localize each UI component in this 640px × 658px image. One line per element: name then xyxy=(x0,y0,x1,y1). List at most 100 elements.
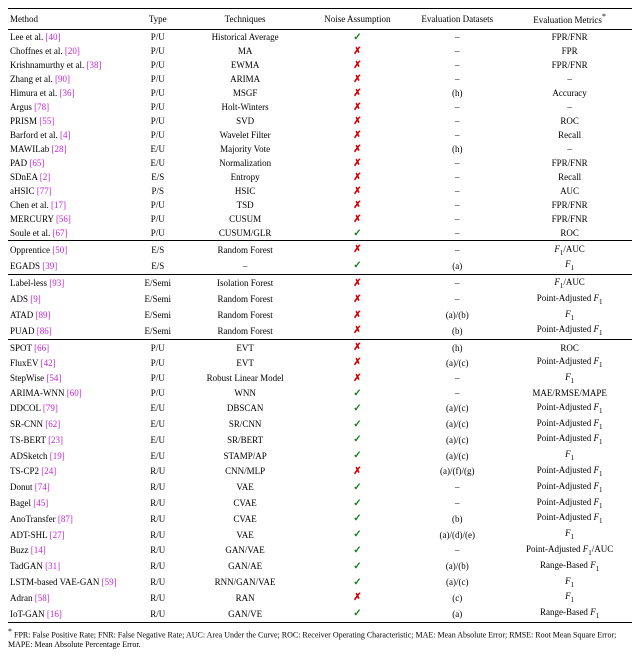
table-row: ADSketch [19]E/USTAMP/AP✓(a)/(c)F1 xyxy=(8,448,632,464)
type-cell: R/U xyxy=(133,479,183,495)
technique-cell: HSIC xyxy=(183,184,308,198)
check-icon: ✓ xyxy=(353,403,361,414)
citation-ref[interactable]: [40] xyxy=(45,32,60,42)
citation-ref[interactable]: [58] xyxy=(35,593,50,603)
check-icon: ✓ xyxy=(353,608,361,619)
citation-ref[interactable]: [50] xyxy=(52,245,67,255)
citation-ref[interactable]: [4] xyxy=(60,130,71,140)
evalds-cell: (a) xyxy=(407,258,507,274)
table-row: Chen et al. [17]P/UTSD✗–FPR/FNR xyxy=(8,198,632,212)
metric-cell: FPR/FNR xyxy=(507,156,632,170)
table-row: Barford et al. [4]P/UWavelet Filter✗–Rec… xyxy=(8,128,632,142)
citation-ref[interactable]: [79] xyxy=(43,403,58,413)
check-icon: ✓ xyxy=(353,260,361,271)
citation-ref[interactable]: [39] xyxy=(42,261,57,271)
table-row: ADT-SHL [27]R/UVAE✓(a)/(d)/(e)F1 xyxy=(8,527,632,543)
citation-ref[interactable]: [56] xyxy=(56,214,71,224)
cross-icon: ✗ xyxy=(353,244,361,255)
citation-ref[interactable]: [16] xyxy=(47,609,62,619)
evalds-cell: – xyxy=(407,226,507,241)
technique-cell: VAE xyxy=(183,479,308,495)
type-cell: R/U xyxy=(133,527,183,543)
citation-ref[interactable]: [54] xyxy=(46,373,61,383)
evalds-cell: – xyxy=(407,184,507,198)
citation-ref[interactable]: [90] xyxy=(55,74,70,84)
citation-ref[interactable]: [20] xyxy=(65,46,80,56)
evalds-cell: – xyxy=(407,128,507,142)
metric-cell: – xyxy=(507,100,632,114)
citation-ref[interactable]: [28] xyxy=(52,144,67,154)
table-row: Argus [78]P/UHolt-Winters✗–– xyxy=(8,100,632,114)
citation-ref[interactable]: [74] xyxy=(35,482,50,492)
citation-ref[interactable]: [62] xyxy=(45,419,60,429)
noise-cell: ✓ xyxy=(308,479,408,495)
citation-ref[interactable]: [65] xyxy=(29,158,44,168)
metric-cell: ROC xyxy=(507,341,632,355)
evalds-cell: – xyxy=(407,72,507,86)
citation-ref[interactable]: [19] xyxy=(50,451,65,461)
citation-ref[interactable]: [23] xyxy=(48,435,63,445)
noise-cell: ✗ xyxy=(308,86,408,100)
citation-ref[interactable]: [9] xyxy=(30,294,41,304)
metric-cell: Point-Adjusted F1 xyxy=(507,355,632,371)
method-cell: Barford et al. [4] xyxy=(8,128,133,142)
technique-cell: GAN/AE xyxy=(183,558,308,574)
citation-ref[interactable]: [66] xyxy=(34,343,49,353)
citation-ref[interactable]: [86] xyxy=(37,326,52,336)
metric-cell: F1 xyxy=(507,448,632,464)
evalds-cell: (a)/(c) xyxy=(407,355,507,371)
citation-ref[interactable]: [2] xyxy=(40,172,51,182)
evalds-cell: – xyxy=(407,495,507,511)
citation-ref[interactable]: [42] xyxy=(41,358,56,368)
check-icon: ✓ xyxy=(353,545,361,556)
citation-ref[interactable]: [45] xyxy=(33,498,48,508)
citation-ref[interactable]: [87] xyxy=(58,514,73,524)
citation-ref[interactable]: [17] xyxy=(51,200,66,210)
type-cell: E/Semi xyxy=(133,276,183,292)
citation-ref[interactable]: [59] xyxy=(102,577,117,587)
citation-ref[interactable]: [78] xyxy=(34,102,49,112)
technique-cell: Random Forest xyxy=(183,323,308,339)
type-cell: P/U xyxy=(133,128,183,142)
citation-ref[interactable]: [55] xyxy=(39,116,54,126)
evalds-cell: – xyxy=(407,242,507,258)
citation-ref[interactable]: [31] xyxy=(45,561,60,571)
citation-ref[interactable]: [38] xyxy=(86,60,101,70)
evalds-cell: (a)/(b) xyxy=(407,307,507,323)
evalds-cell: – xyxy=(407,212,507,226)
table-row: LSTM-based VAE-GAN [59]R/URNN/GAN/VAE✓(a… xyxy=(8,574,632,590)
evalds-cell: – xyxy=(407,156,507,170)
citation-ref[interactable]: [77] xyxy=(37,186,52,196)
citation-ref[interactable]: [67] xyxy=(53,228,68,238)
technique-cell: RNN/GAN/VAE xyxy=(183,574,308,590)
header-techniques: Techniques xyxy=(183,9,308,30)
noise-cell: ✗ xyxy=(308,100,408,114)
technique-cell: Random Forest xyxy=(183,307,308,323)
cross-icon: ✗ xyxy=(353,373,361,384)
method-cell: MERCURY [56] xyxy=(8,212,133,226)
citation-ref[interactable]: [93] xyxy=(49,278,64,288)
citation-ref[interactable]: [60] xyxy=(67,388,82,398)
type-cell: E/U xyxy=(133,142,183,156)
table-row: Adran [58]R/URAN✗(c)F1 xyxy=(8,590,632,606)
noise-cell: ✗ xyxy=(308,323,408,339)
technique-cell: Entropy xyxy=(183,170,308,184)
citation-ref[interactable]: [14] xyxy=(31,545,46,555)
noise-cell: ✗ xyxy=(308,156,408,170)
check-icon: ✓ xyxy=(353,228,361,239)
evalds-cell: – xyxy=(407,543,507,559)
evalds-cell: (b) xyxy=(407,511,507,527)
technique-cell: CNN/MLP xyxy=(183,464,308,480)
technique-cell: GAN/VAE xyxy=(183,543,308,559)
metric-cell: F1 xyxy=(507,574,632,590)
citation-ref[interactable]: [36] xyxy=(59,88,74,98)
method-cell: PRISM [55] xyxy=(8,114,133,128)
citation-ref[interactable]: [27] xyxy=(50,530,65,540)
method-cell: ATAD [89] xyxy=(8,307,133,323)
evalds-cell: (h) xyxy=(407,86,507,100)
citation-ref[interactable]: [89] xyxy=(36,310,51,320)
method-cell: ARIMA-WNN [60] xyxy=(8,386,133,400)
method-cell: MAWILab [28] xyxy=(8,142,133,156)
citation-ref[interactable]: [24] xyxy=(41,466,56,476)
cross-icon: ✗ xyxy=(353,278,361,289)
